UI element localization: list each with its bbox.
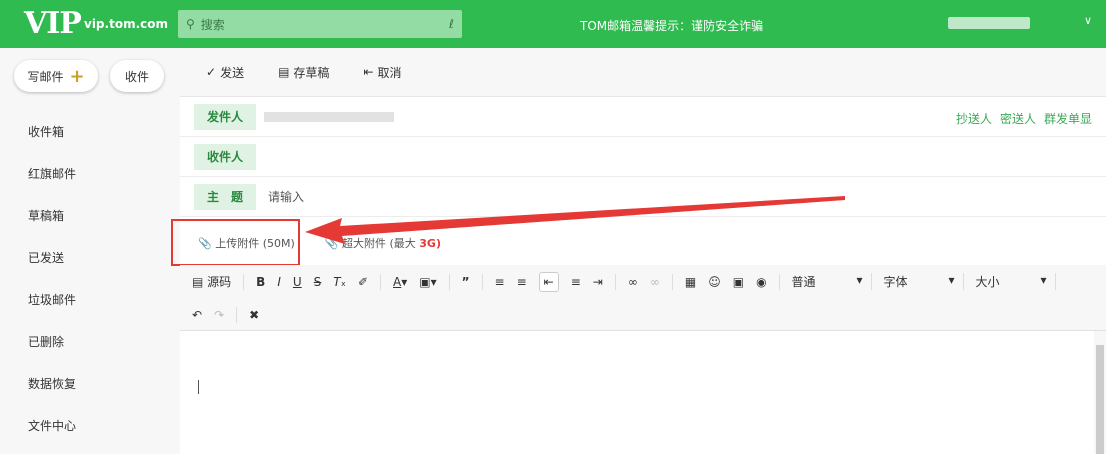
align-center-icon[interactable]: ≡ xyxy=(571,275,581,289)
message-body-editor[interactable] xyxy=(180,331,1094,454)
from-row: 发件人 抄送人 密送人 群发单显 xyxy=(180,97,1106,137)
subject-label: 主 题 xyxy=(194,183,256,210)
editor-toolbar: ▤ 源码 B I U S Tₓ ✐ A▾ ▣▾ ” ≡ ≡ ⇤ ≡ ⇥ ∞ ∞ ▦ ☺ ▣ ◉ 普通 ▾ 字… xyxy=(180,265,1106,331)
send-label: 发送 xyxy=(220,65,245,80)
bg-color-icon[interactable]: ▣▾ xyxy=(419,275,436,289)
scrollbar[interactable] xyxy=(1096,345,1104,454)
top-bar: VIP vip.tom.com ⚲ 搜索 ℓ TOM邮箱温馨提示：谨防安全诈骗 … xyxy=(0,0,1106,48)
compose-label: 写邮件 xyxy=(27,69,64,84)
paperclip-icon: 📎 xyxy=(324,237,339,250)
fullscreen-icon[interactable]: ✖ xyxy=(249,308,259,322)
search-placeholder: 搜索 xyxy=(200,17,225,32)
brush-icon[interactable]: ✐ xyxy=(358,275,368,289)
sidebar-item-recovery[interactable]: 数据恢复 xyxy=(28,368,76,410)
font-label: 字体 xyxy=(883,275,908,289)
draft-icon: ▤ xyxy=(278,65,290,79)
text-caret xyxy=(198,380,199,394)
strikethrough-icon[interactable]: S xyxy=(314,275,322,289)
size-select[interactable]: 大小 ▾ xyxy=(976,273,1056,290)
compose-form: 发件人 抄送人 密送人 群发单显 收件人 主 题 请输入 📎 上传附件 (50M… xyxy=(180,96,1106,269)
image-icon[interactable]: ▣ xyxy=(733,275,744,289)
ordered-list-icon[interactable]: ≡ xyxy=(495,275,505,289)
table-icon[interactable]: ▦ xyxy=(685,275,696,289)
large-label: 超大附件 (最大 xyxy=(341,237,416,250)
source-button[interactable]: ▤ 源码 xyxy=(192,273,231,290)
cancel-label: 取消 xyxy=(377,65,402,80)
font-select[interactable]: 字体 ▾ xyxy=(884,273,964,290)
save-draft-button[interactable]: ▤ 存草稿 xyxy=(278,64,329,81)
unordered-list-icon[interactable]: ≡ xyxy=(517,275,527,289)
compose-button[interactable]: 写邮件 + xyxy=(14,60,98,92)
send-icon: ✓ xyxy=(206,65,217,79)
large-size: 3G) xyxy=(419,237,441,250)
sidebar-item-files[interactable]: 文件中心 xyxy=(28,410,76,452)
underline-icon[interactable]: U xyxy=(293,275,302,289)
notice-text[interactable]: TOM邮箱温馨提示：谨防安全诈骗 xyxy=(580,17,763,34)
to-label: 收件人 xyxy=(194,143,256,170)
emoji-icon[interactable]: ☺ xyxy=(708,275,721,289)
plus-icon: + xyxy=(69,65,85,87)
large-attachment-button[interactable]: 📎 超大附件 (最大 3G) xyxy=(325,235,441,251)
compose-toolbar: ✓ 发送 ▤ 存草稿 ⇤ 取消 xyxy=(180,48,1106,96)
sidebar-item-flagged[interactable]: 红旗邮件 xyxy=(28,158,76,200)
user-account[interactable] xyxy=(948,17,1030,29)
quote-icon[interactable]: ” xyxy=(462,275,470,289)
size-label: 大小 xyxy=(975,275,1000,289)
sidebar-item-drafts[interactable]: 草稿箱 xyxy=(28,200,76,242)
italic-icon[interactable]: I xyxy=(277,275,281,289)
search-input[interactable]: ⚲ 搜索 ℓ xyxy=(178,10,462,38)
align-left-icon[interactable]: ⇤ xyxy=(538,271,559,292)
receive-button[interactable]: 收件 xyxy=(110,60,164,92)
sidebar xyxy=(0,48,180,454)
cancel-button[interactable]: ⇤ 取消 xyxy=(363,64,401,81)
attachment-row: 📎 上传附件 (50M) 📎 超大附件 (最大 3G) xyxy=(180,217,1106,269)
redo-icon[interactable]: ↷ xyxy=(214,308,224,322)
undo-icon[interactable]: ↶ xyxy=(192,308,202,322)
cancel-icon: ⇤ xyxy=(363,65,374,79)
cc-link[interactable]: 抄送人 xyxy=(956,110,992,127)
font-color-icon[interactable]: A▾ xyxy=(393,275,407,289)
source-label: 源码 xyxy=(207,275,232,289)
highlight-box xyxy=(171,219,300,266)
compass-icon[interactable]: ◉ xyxy=(756,275,766,289)
subject-row[interactable]: 主 题 请输入 xyxy=(180,177,1106,217)
bcc-link[interactable]: 密送人 xyxy=(1000,110,1036,127)
sidebar-item-deleted[interactable]: 已删除 xyxy=(28,326,76,368)
search-icon: ⚲ xyxy=(186,17,195,31)
domain-label: vip.tom.com xyxy=(84,17,168,31)
subject-input[interactable]: 请输入 xyxy=(268,188,304,205)
recipient-options: 抄送人 密送人 群发单显 xyxy=(956,110,1092,127)
separate-send-link[interactable]: 群发单显 xyxy=(1044,110,1092,127)
from-label: 发件人 xyxy=(194,103,256,130)
clear-format-icon[interactable]: Tₓ xyxy=(333,275,346,289)
align-right-icon[interactable]: ⇥ xyxy=(593,275,603,289)
paragraph-label: 普通 xyxy=(791,275,816,289)
attachment-search-icon[interactable]: ℓ xyxy=(449,17,454,31)
link-icon[interactable]: ∞ xyxy=(628,275,638,289)
sidebar-item-spam[interactable]: 垃圾邮件 xyxy=(28,284,76,326)
bold-icon[interactable]: B xyxy=(256,275,265,289)
receive-label: 收件 xyxy=(124,69,149,84)
save-draft-label: 存草稿 xyxy=(293,65,330,80)
unlink-icon[interactable]: ∞ xyxy=(650,275,660,289)
folder-list: 收件箱 红旗邮件 草稿箱 已发送 垃圾邮件 已删除 数据恢复 文件中心 xyxy=(28,116,76,452)
logo: VIP xyxy=(24,6,82,41)
chevron-down-icon[interactable]: ∨ xyxy=(1084,14,1092,27)
paragraph-select[interactable]: 普通 ▾ xyxy=(792,273,872,290)
sidebar-item-sent[interactable]: 已发送 xyxy=(28,242,76,284)
to-row[interactable]: 收件人 xyxy=(180,137,1106,177)
sidebar-item-inbox[interactable]: 收件箱 xyxy=(28,116,76,158)
from-address[interactable] xyxy=(264,111,394,122)
send-button[interactable]: ✓ 发送 xyxy=(206,64,244,81)
